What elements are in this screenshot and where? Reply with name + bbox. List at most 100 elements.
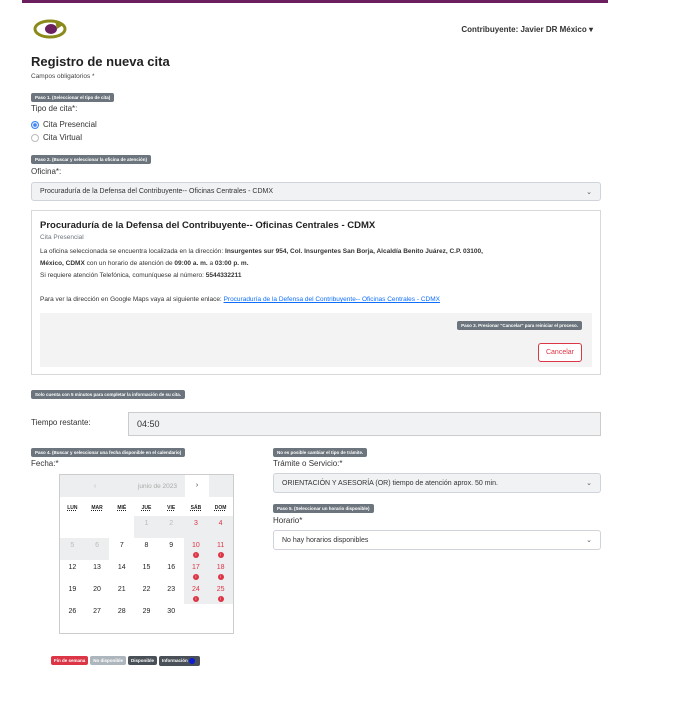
calendar-month-label: junio de 2023 xyxy=(137,482,178,490)
calendar-header: ‹ junio de 2023 › xyxy=(60,475,233,497)
brand-logo-icon[interactable] xyxy=(33,19,69,39)
phone-prefix: Si requiere atención Telefónica, comuníq… xyxy=(40,272,206,279)
radio-selected-icon[interactable] xyxy=(31,120,39,129)
address-prefix: La oficina seleccionada se encuentra loc… xyxy=(40,248,226,255)
calendar-day: 11! xyxy=(208,538,233,560)
address-city: México, CDMX xyxy=(40,260,85,267)
address-line: Insurgentes sur 954, Col. Insurgentes Sa… xyxy=(225,248,483,255)
calendar-empty-cell xyxy=(85,516,110,538)
maps-text: Para ver la dirección en Google Maps vay… xyxy=(40,294,440,306)
calendar-day[interactable]: 16 xyxy=(159,560,184,582)
calendar-day: 1 xyxy=(134,516,159,538)
info-dot-icon xyxy=(189,657,196,664)
cancel-button[interactable]: Cancelar xyxy=(537,343,582,362)
calendar-day[interactable]: 12 xyxy=(60,560,85,582)
maps-link[interactable]: Procuraduría de la Defensa del Contribuy… xyxy=(224,296,440,303)
calendar-day[interactable]: 27 xyxy=(85,604,110,626)
page-title: Registro de nueva cita xyxy=(31,54,170,69)
calendar-next-button[interactable]: › xyxy=(185,475,209,497)
legend-info-label: Información xyxy=(162,658,188,663)
schedule-select-value: No hay horarios disponibles xyxy=(282,536,369,544)
chevron-down-icon: ⌄ xyxy=(586,537,592,544)
legend-info: Información xyxy=(159,655,201,666)
calendar-day: 24! xyxy=(183,582,209,604)
office-select-value: Procuraduría de la Defensa del Contribuy… xyxy=(40,188,274,195)
calendar-day[interactable]: 8 xyxy=(134,538,159,560)
office-select[interactable]: Procuraduría de la Defensa del Contribuy… xyxy=(31,182,601,201)
calendar-day[interactable]: 9 xyxy=(159,538,184,560)
calendar-prev-button[interactable]: ‹ xyxy=(60,483,130,490)
info-alert-icon: ! xyxy=(217,596,224,602)
weekday-header: LUN xyxy=(67,505,78,511)
weekday-header: DOM xyxy=(214,505,227,511)
info-alert-icon: ! xyxy=(217,574,224,580)
calendar-day[interactable]: 28 xyxy=(109,604,134,626)
schedule-select[interactable]: No hay horarios disponibles ⌄ xyxy=(273,530,601,550)
step1-badge: Paso 1. (Seleccionar el tipo de cita) xyxy=(31,93,115,102)
calendar-day[interactable]: 14 xyxy=(109,560,134,582)
info-alert-icon: ! xyxy=(192,574,199,580)
calendar-days: 1 2 3 4 5 6 7 8 9 10! 11! 12 13 14 15 16 17! 18! 19 20 21 22 2… xyxy=(60,516,233,626)
radio-virtual[interactable]: Cita Virtual xyxy=(31,133,82,142)
step3-badge: Paso 3. Presionar "Cancelar" para reinic… xyxy=(457,321,582,330)
calendar-empty-cell xyxy=(109,516,134,538)
calendar-day: 3 xyxy=(183,516,209,538)
calendar-day[interactable]: 19 xyxy=(60,582,85,604)
service-badge: No es posible cambiar el tipo de trámite… xyxy=(273,448,368,457)
service-select[interactable]: ORIENTACIÓN Y ASESORÍA (OR) tiempo de at… xyxy=(273,473,601,493)
schedule-label: Horario* xyxy=(273,516,303,525)
calendar-day[interactable]: 26 xyxy=(60,604,85,626)
office-label: Oficina*: xyxy=(31,167,62,176)
calendar-day[interactable]: 22 xyxy=(134,582,159,604)
hours-end: 03:00 p. m. xyxy=(214,260,249,267)
calendar-empty-cell xyxy=(208,604,233,626)
user-menu[interactable]: Contribuyente: Javier DR México ▾ xyxy=(461,25,593,34)
legend-unavailable: No disponible xyxy=(90,656,127,665)
calendar-day: 2 xyxy=(158,516,184,538)
calendar-empty-cell xyxy=(60,516,85,538)
timer-badge: Solo cuenta con 5 minutos para completar… xyxy=(31,390,186,399)
weekday-header: JUE xyxy=(141,505,152,511)
hours-mid: a xyxy=(207,260,215,267)
top-accent-bar xyxy=(22,0,608,3)
radio-presencial-label: Cita Presencial xyxy=(43,120,97,129)
radio-presencial[interactable]: Cita Presencial xyxy=(31,120,97,129)
office-card-title: Procuraduría de la Defensa del Contribuy… xyxy=(40,220,376,231)
calendar-day[interactable]: 29 xyxy=(134,604,159,626)
office-address-text: La oficina seleccionada se encuentra loc… xyxy=(40,246,590,282)
calendar-day: 5 xyxy=(60,538,85,560)
calendar-day: 4 xyxy=(208,516,233,538)
weekday-header: MIÉ xyxy=(117,505,127,511)
info-alert-icon: ! xyxy=(217,552,224,558)
weekday-header: VIE xyxy=(167,505,176,511)
radio-virtual-label: Cita Virtual xyxy=(43,133,82,142)
card-footer: Paso 3. Presionar "Cancelar" para reinic… xyxy=(40,313,592,367)
info-alert-icon: ! xyxy=(192,552,199,558)
chevron-down-icon: ⌄ xyxy=(586,480,592,487)
step4-badge: Paso 4. (Buscar y seleccionar una fecha … xyxy=(31,448,186,457)
calendar-day[interactable]: 30 xyxy=(159,604,184,626)
maps-prefix: Para ver la dirección en Google Maps vay… xyxy=(40,296,224,303)
calendar-day[interactable]: 7 xyxy=(109,538,134,560)
calendar-day: 25! xyxy=(208,582,233,604)
caret-down-icon: ▾ xyxy=(588,25,593,34)
calendar-day: 10! xyxy=(183,538,209,560)
required-note: Campos obligatorios * xyxy=(31,73,95,80)
calendar-day: 6 xyxy=(84,538,110,560)
weekday-header: MAR xyxy=(91,505,103,511)
info-alert-icon: ! xyxy=(192,596,199,602)
calendar-day[interactable]: 20 xyxy=(85,582,110,604)
calendar-day: 18! xyxy=(208,560,233,582)
calendar-day[interactable]: 15 xyxy=(134,560,159,582)
calendar-empty-cell xyxy=(184,604,209,626)
calendar-weekdays: LUN MAR MIÉ JUE VIE SÁB DOM xyxy=(60,505,233,511)
calendar-day[interactable]: 13 xyxy=(85,560,110,582)
service-select-value: ORIENTACIÓN Y ASESORÍA (OR) tiempo de at… xyxy=(282,479,498,487)
hours-start: 09:00 a. m. xyxy=(174,260,208,267)
calendar-day[interactable]: 21 xyxy=(109,582,134,604)
calendar-day: 17! xyxy=(183,560,209,582)
calendar: ‹ junio de 2023 › LUN MAR MIÉ JUE VIE SÁB DOM … xyxy=(59,474,234,634)
radio-unselected-icon[interactable] xyxy=(31,133,39,142)
calendar-day[interactable]: 23 xyxy=(159,582,184,604)
appointment-type-label: Tipo de cita*: xyxy=(31,104,78,113)
